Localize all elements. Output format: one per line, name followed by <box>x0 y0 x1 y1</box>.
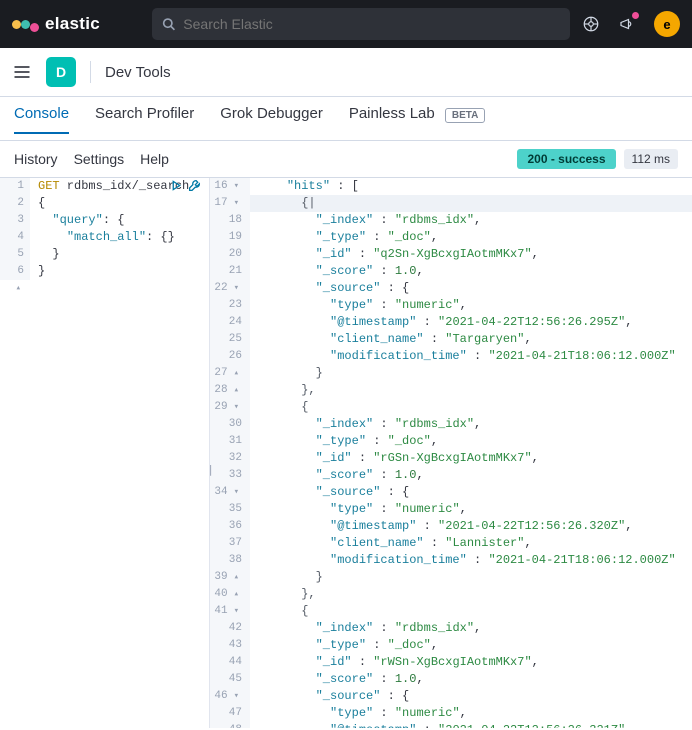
code-line[interactable]: 32 "_id" : "rGSn-XgBcxgIAotmMKx7", <box>210 450 692 467</box>
nav-divider <box>90 61 91 83</box>
code-line[interactable]: 38 "modification_time" : "2021-04-21T18:… <box>210 552 692 569</box>
code-line[interactable]: 25 "client_name" : "Targaryen", <box>210 331 692 348</box>
code-line[interactable]: 31 "_type" : "_doc", <box>210 433 692 450</box>
code-line[interactable]: 27▴ } <box>210 365 692 382</box>
logo-cluster-icon <box>12 17 39 32</box>
code-line[interactable]: 43 "_type" : "_doc", <box>210 637 692 654</box>
menu-toggle-icon[interactable] <box>12 62 32 82</box>
search-icon <box>162 17 175 31</box>
code-line[interactable]: 29▾ { <box>210 399 692 416</box>
beta-badge: BETA <box>445 108 485 123</box>
code-line[interactable]: 35 "type" : "numeric", <box>210 501 692 518</box>
response-pane[interactable]: ‖ 16▾ "hits" : [17▾ {|18 "_index" : "rdb… <box>210 178 692 728</box>
code-line[interactable]: 5 ▴ } <box>0 246 209 263</box>
help-link[interactable]: Help <box>140 151 169 167</box>
code-line[interactable]: 21 "_score" : 1.0, <box>210 263 692 280</box>
code-line[interactable]: 40▴ }, <box>210 586 692 603</box>
wrench-icon[interactable] <box>188 179 201 196</box>
run-controls <box>170 179 201 196</box>
notification-dot-icon <box>632 12 639 19</box>
code-line[interactable]: 41▾ { <box>210 603 692 620</box>
code-line[interactable]: 16▾ "hits" : [ <box>210 178 692 195</box>
code-line[interactable]: 18 "_index" : "rdbms_idx", <box>210 212 692 229</box>
code-line[interactable]: 47 "type" : "numeric", <box>210 705 692 722</box>
search-input[interactable] <box>183 16 560 32</box>
code-line[interactable]: 19 "_type" : "_doc", <box>210 229 692 246</box>
help-icon[interactable] <box>582 15 600 33</box>
console-toolbar: History Settings Help 200 - success 112 … <box>0 141 692 177</box>
code-line[interactable]: 22▾ "_source" : { <box>210 280 692 297</box>
timing-badge: 112 ms <box>624 149 678 169</box>
code-line[interactable]: 30 "_index" : "rdbms_idx", <box>210 416 692 433</box>
code-line[interactable]: 37 "client_name" : "Lannister", <box>210 535 692 552</box>
code-line[interactable]: 36 "@timestamp" : "2021-04-22T12:56:26.3… <box>210 518 692 535</box>
tab-grok-debugger[interactable]: Grok Debugger <box>220 105 323 132</box>
app-nav-bar: D Dev Tools <box>0 48 692 97</box>
code-line[interactable]: 39▴ } <box>210 569 692 586</box>
elastic-logo[interactable]: elastic <box>12 14 100 34</box>
product-name: elastic <box>45 14 100 34</box>
breadcrumb[interactable]: Dev Tools <box>105 64 171 81</box>
code-line[interactable]: 3 ▾ "query": { <box>0 212 209 229</box>
tab-console[interactable]: Console <box>14 105 69 134</box>
code-line[interactable]: 45 "_score" : 1.0, <box>210 671 692 688</box>
tab-painless-lab[interactable]: Painless Lab BETA <box>349 105 486 132</box>
global-header: elastic e <box>0 0 692 48</box>
devtools-tabs: Console Search Profiler Grok Debugger Pa… <box>0 97 692 141</box>
code-line[interactable]: 24 "@timestamp" : "2021-04-22T12:56:26.2… <box>210 314 692 331</box>
code-line[interactable]: 26 "modification_time" : "2021-04-21T18:… <box>210 348 692 365</box>
tab-search-profiler[interactable]: Search Profiler <box>95 105 194 132</box>
code-line[interactable]: 28▴ }, <box>210 382 692 399</box>
code-line[interactable]: 17▾ {| <box>210 195 692 212</box>
code-line[interactable]: 4 "match_all": {} <box>0 229 209 246</box>
settings-link[interactable]: Settings <box>74 151 125 167</box>
avatar[interactable]: e <box>654 11 680 37</box>
run-request-icon[interactable] <box>170 179 183 196</box>
code-line[interactable]: 42 "_index" : "rdbms_idx", <box>210 620 692 637</box>
resize-handle-icon[interactable]: ‖ <box>210 463 213 477</box>
global-search[interactable] <box>152 8 570 40</box>
history-link[interactable]: History <box>14 151 58 167</box>
console-editor-split: 1GET rdbms_idx/_search2 ▾{3 ▾ "query": {… <box>0 177 692 728</box>
code-line[interactable]: 46▾ "_source" : { <box>210 688 692 705</box>
code-line[interactable]: 33 "_score" : 1.0, <box>210 467 692 484</box>
space-selector[interactable]: D <box>46 57 76 87</box>
status-badge: 200 - success <box>517 149 615 169</box>
code-line[interactable]: 48 "@timestamp" : "2021-04-22T12:56:26.3… <box>210 722 692 728</box>
code-line[interactable]: 44 "_id" : "rWSn-XgBcxgIAotmMKx7", <box>210 654 692 671</box>
news-icon[interactable] <box>618 15 636 33</box>
code-line[interactable]: 20 "_id" : "q2Sn-XgBcxgIAotmMKx7", <box>210 246 692 263</box>
tab-label: Painless Lab <box>349 105 435 122</box>
code-line[interactable]: 6 ▴} <box>0 263 209 280</box>
request-pane[interactable]: 1GET rdbms_idx/_search2 ▾{3 ▾ "query": {… <box>0 178 210 728</box>
code-line[interactable]: 23 "type" : "numeric", <box>210 297 692 314</box>
code-line[interactable]: 2 ▾{ <box>0 195 209 212</box>
header-right-icons: e <box>582 11 680 37</box>
code-line[interactable]: 34▾ "_source" : { <box>210 484 692 501</box>
